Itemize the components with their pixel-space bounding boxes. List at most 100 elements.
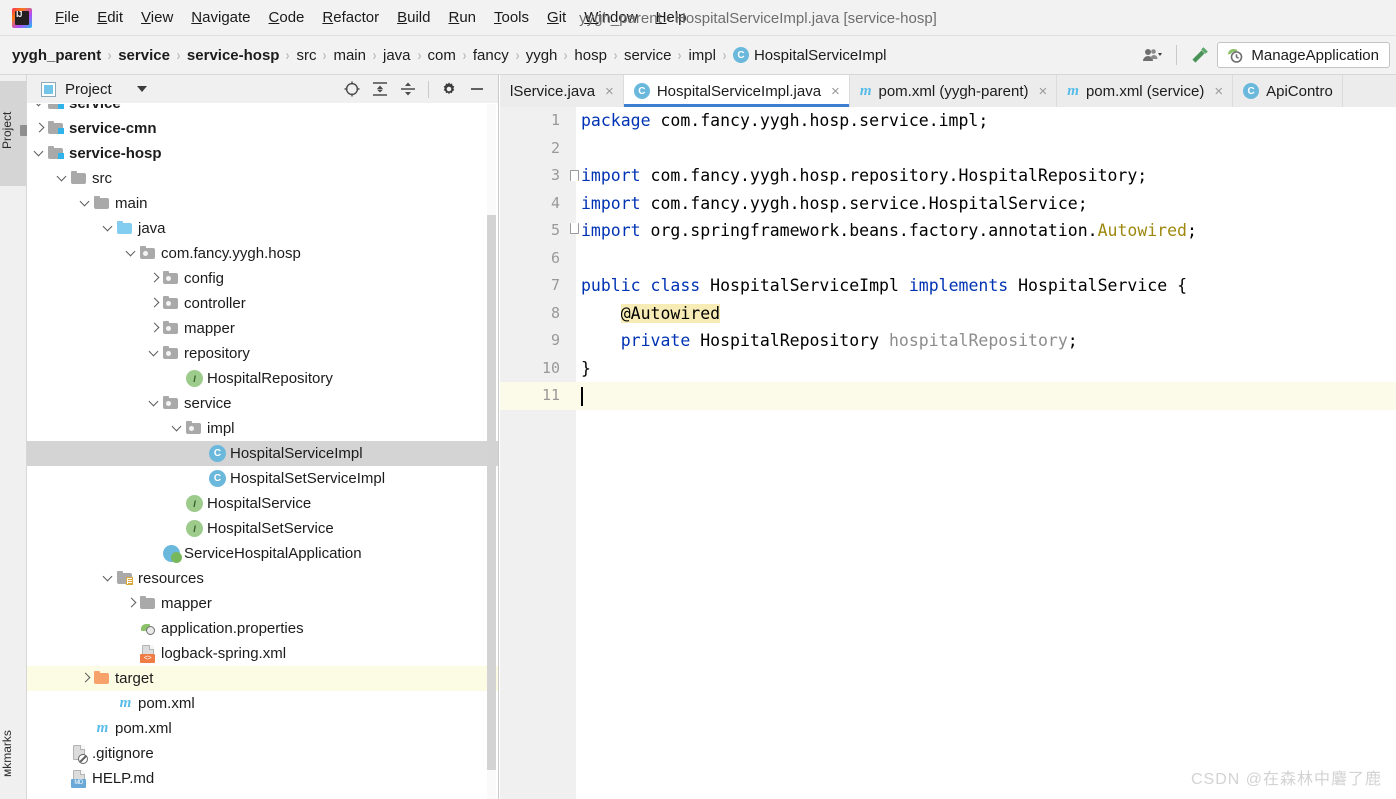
tree-node[interactable]: application.properties (27, 616, 498, 641)
tree-arrow-closed-icon[interactable] (148, 291, 162, 316)
code-editor[interactable]: 1 package com.fancy.yygh.hosp.service.imp… (500, 107, 1396, 799)
menu-help[interactable]: Help (647, 7, 696, 28)
tree-node[interactable]: controller (27, 291, 498, 316)
breadcrumb-item-hosp[interactable]: hosp (570, 45, 611, 66)
menu-navigate[interactable]: Navigate (182, 7, 259, 28)
breadcrumb-item-yygh-parent[interactable]: yygh_parent (8, 45, 105, 66)
tree-node[interactable]: impl (27, 416, 498, 441)
breadcrumb-item-yygh[interactable]: yygh (522, 45, 562, 66)
code-line[interactable]: 2 (500, 135, 1396, 163)
tree-node[interactable]: m pom.xml (27, 716, 498, 741)
tree-node[interactable]: mapper (27, 591, 498, 616)
tree-node[interactable]: C HospitalServiceImpl (27, 441, 498, 466)
run-configuration-selector[interactable]: ManageApplication (1217, 42, 1390, 68)
breadcrumb-item-service[interactable]: service (620, 45, 676, 66)
expand-all-icon[interactable] (367, 76, 393, 102)
hammer-build-icon[interactable] (1185, 40, 1215, 70)
locate-icon[interactable] (339, 76, 365, 102)
menu-build[interactable]: Build (388, 7, 439, 28)
breadcrumb-item-impl[interactable]: impl (684, 45, 720, 66)
menu-git[interactable]: Git (538, 7, 575, 28)
collapse-all-icon[interactable] (395, 76, 421, 102)
tree-node[interactable]: java (27, 216, 498, 241)
editor-tab-bar[interactable]: lService.java × C HospitalServiceImpl.java ×… (500, 75, 1396, 107)
close-tab-icon[interactable]: × (605, 84, 614, 99)
tree-node[interactable]: I HospitalRepository (27, 366, 498, 391)
project-scrollbar-thumb[interactable] (487, 215, 496, 770)
tree-node[interactable]: com.fancy.yygh.hosp (27, 241, 498, 266)
editor-tab[interactable]: lService.java × (500, 75, 624, 107)
breadcrumb-item-hospitalserviceimpl[interactable]: C HospitalServiceImpl (729, 45, 891, 66)
tree-arrow-closed-icon[interactable] (148, 316, 162, 341)
code-line[interactable]: 9 private HospitalRepository hospitalRep… (500, 327, 1396, 355)
close-tab-icon[interactable]: × (1039, 84, 1048, 99)
tree-arrow-open-icon[interactable] (33, 141, 47, 166)
breadcrumb[interactable]: yygh_parent › service › service-hosp › src › mai… (0, 45, 1138, 66)
tree-node[interactable]: resources (27, 566, 498, 591)
hide-panel-icon[interactable] (464, 76, 490, 102)
close-tab-icon[interactable]: × (831, 84, 840, 99)
tree-node[interactable]: service-cmn (27, 116, 498, 141)
tree-node[interactable]: service (27, 391, 498, 416)
tree-node[interactable]: src (27, 166, 498, 191)
editor-tab[interactable]: m pom.xml (service) × (1057, 75, 1234, 107)
tree-arrow-open-icon[interactable] (148, 341, 162, 366)
tree-node[interactable]: .gitignore (27, 741, 498, 766)
menu-window[interactable]: Window (575, 7, 646, 28)
tree-node[interactable]: target (27, 666, 498, 691)
tool-window-button-project[interactable]: Project (0, 81, 33, 186)
tree-arrow-closed-icon[interactable] (125, 591, 139, 616)
settings-gear-icon[interactable] (436, 76, 462, 102)
menu-view[interactable]: View (132, 7, 182, 28)
menu-tools[interactable]: Tools (485, 7, 538, 28)
code-line[interactable]: 10} (500, 355, 1396, 383)
breadcrumb-item-src[interactable]: src (292, 45, 320, 66)
breadcrumb-item-service[interactable]: service (114, 45, 174, 66)
code-line[interactable]: 4 import com.fancy.yygh.hosp.service.Hosp… (500, 190, 1396, 218)
tree-node[interactable]: service (27, 104, 498, 116)
tree-node[interactable]: config (27, 266, 498, 291)
menu-code[interactable]: Code (260, 7, 314, 28)
code-line[interactable]: 11 (500, 382, 1396, 410)
breadcrumb-item-main[interactable]: main (329, 45, 370, 66)
tree-node[interactable]: service-hosp (27, 141, 498, 166)
close-tab-icon[interactable]: × (1214, 84, 1223, 99)
code-fold-start-icon[interactable] (570, 162, 581, 190)
project-panel-title-group[interactable]: Project (27, 81, 147, 98)
tree-arrow-open-icon[interactable] (171, 416, 185, 441)
menu-run[interactable]: Run (439, 7, 485, 28)
breadcrumb-item-java[interactable]: java (379, 45, 415, 66)
tree-node[interactable]: <> logback-spring.xml (27, 641, 498, 666)
breadcrumb-item-com[interactable]: com (424, 45, 460, 66)
chevron-down-icon[interactable] (136, 86, 147, 92)
code-line[interactable]: 7 public class HospitalServiceImpl implem… (500, 272, 1396, 300)
editor-tab[interactable]: C HospitalServiceImpl.java × (623, 75, 850, 107)
tree-node[interactable]: I HospitalService (27, 491, 498, 516)
menu-edit[interactable]: Edit (88, 7, 132, 28)
tree-node[interactable]: MD HELP.md (27, 766, 498, 791)
code-content[interactable]: 1 package com.fancy.yygh.hosp.service.imp… (500, 107, 1396, 799)
code-line[interactable]: 5 import org.springframework.beans.factor… (500, 217, 1396, 245)
code-line[interactable]: 6 (500, 245, 1396, 273)
tree-arrow-open-icon[interactable] (125, 241, 139, 266)
code-line[interactable]: 3 import com.fancy.yygh.hosp.repository.H… (500, 162, 1396, 190)
editor-tab[interactable]: m pom.xml (yygh-parent) × (850, 75, 1058, 107)
tree-node[interactable]: main (27, 191, 498, 216)
menu-refactor[interactable]: Refactor (313, 7, 388, 28)
project-tree[interactable]: service service-cmn service-hosp srcmain jav… (27, 104, 498, 799)
tree-arrow-open-icon[interactable] (102, 216, 116, 241)
tree-arrow-open-icon[interactable] (33, 104, 47, 116)
editor-tab[interactable]: C ApiContro (1233, 75, 1343, 107)
tool-window-button-bookmarks[interactable]: мkmarks (0, 715, 26, 793)
tree-arrow-open-icon[interactable] (102, 566, 116, 591)
code-line[interactable]: 1 package com.fancy.yygh.hosp.service.imp… (500, 107, 1396, 135)
tree-node[interactable]: repository (27, 341, 498, 366)
breadcrumb-item-fancy[interactable]: fancy (469, 45, 513, 66)
breadcrumb-item-service-hosp[interactable]: service-hosp (183, 45, 284, 66)
code-line[interactable]: 8 @Autowired (500, 300, 1396, 328)
tree-arrow-closed-icon[interactable] (148, 266, 162, 291)
tree-arrow-closed-icon[interactable] (33, 116, 47, 141)
tree-node[interactable]: C HospitalSetServiceImpl (27, 466, 498, 491)
tree-arrow-open-icon[interactable] (79, 191, 93, 216)
tree-arrow-open-icon[interactable] (56, 166, 70, 191)
